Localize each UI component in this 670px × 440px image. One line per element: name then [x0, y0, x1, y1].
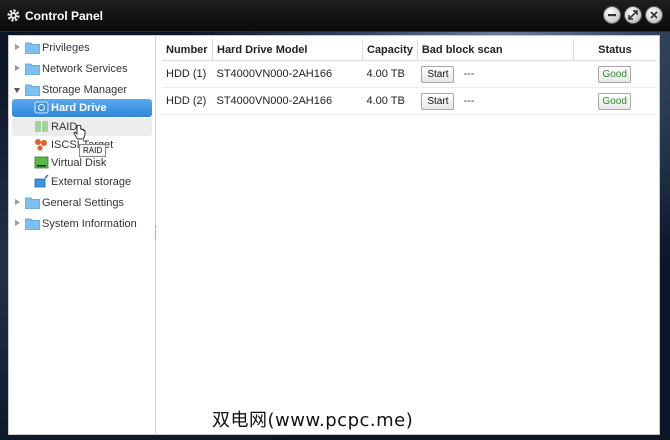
sidebar-item-label: Virtual Disk [51, 157, 107, 169]
control-panel-body: Privileges Network Services Storage Mana… [8, 35, 660, 435]
sidebar-item-privileges[interactable]: Privileges [9, 39, 155, 57]
column-header-bad-block-scan[interactable]: Bad block scan [417, 39, 574, 61]
hand-cursor-icon [73, 125, 86, 140]
sidebar-item-network-services[interactable]: Network Services [9, 60, 155, 78]
sidebar-item-label: External storage [51, 176, 132, 188]
folder-open-icon [25, 84, 40, 96]
cell-capacity: 4.00 TB [362, 87, 418, 115]
cell-bad-block-scan: Start --- [417, 87, 574, 115]
window-title: Control Panel [25, 9, 104, 23]
table-row[interactable]: HDD (2) ST4000VN000-2AH166 4.00 TB Start… [162, 87, 656, 115]
folder-icon [25, 63, 40, 75]
status-badge[interactable]: Good [598, 92, 631, 110]
hard-drive-table: Number Hard Drive Model Capacity Bad blo… [162, 39, 656, 115]
watermark-text: 双电网(www.pcpc.me) [212, 410, 414, 431]
folder-icon [25, 42, 40, 54]
close-icon [650, 11, 658, 19]
table-header-row: Number Hard Drive Model Capacity Bad blo… [162, 39, 656, 61]
column-header-capacity[interactable]: Capacity [362, 39, 418, 61]
table-row[interactable]: HDD (1) ST4000VN000-2AH166 4.00 TB Start… [162, 60, 656, 88]
scan-result: --- [463, 67, 475, 80]
iscsi-icon [35, 139, 47, 151]
sidebar-item-storage-manager[interactable]: Storage Manager [9, 81, 155, 99]
column-header-number[interactable]: Number [162, 39, 213, 61]
expand-arrow-icon[interactable] [15, 44, 20, 50]
sidebar-item-label: Privileges [42, 42, 90, 54]
folder-icon [25, 218, 40, 230]
cell-number: HDD (2) [162, 87, 213, 115]
close-button[interactable] [645, 6, 663, 24]
window-titlebar[interactable]: Control Panel [0, 0, 670, 32]
folder-icon [25, 197, 40, 209]
minimize-button[interactable] [603, 6, 621, 24]
cell-capacity: 4.00 TB [362, 60, 418, 88]
sidebar-item-label: Network Services [42, 63, 128, 75]
column-header-model[interactable]: Hard Drive Model [212, 39, 363, 61]
column-header-status[interactable]: Status [573, 39, 656, 61]
sidebar-item-external-storage[interactable]: External storage [9, 173, 155, 191]
sidebar-item-label: Hard Drive [51, 102, 107, 114]
raid-icon [35, 121, 48, 132]
status-badge[interactable]: Good [598, 65, 631, 83]
sidebar-item-system-information[interactable]: System Information [9, 215, 155, 233]
expand-arrow-icon[interactable] [15, 65, 20, 71]
hard-drive-content: Number Hard Drive Model Capacity Bad blo… [159, 36, 659, 434]
raid-tooltip: RAID [79, 144, 107, 157]
cell-bad-block-scan: Start --- [417, 60, 574, 88]
cell-number: HDD (1) [162, 60, 213, 88]
start-scan-button[interactable]: Start [421, 65, 455, 83]
hard-drive-icon [34, 101, 49, 114]
sidebar-item-label: System Information [42, 218, 137, 230]
cell-model: ST4000VN000-2AH166 [212, 60, 363, 88]
sidebar-tree: Privileges Network Services Storage Mana… [9, 36, 156, 434]
cell-status: Good [573, 87, 656, 115]
sidebar-item-hard-drive[interactable]: Hard Drive [9, 99, 155, 117]
expand-arrow-icon[interactable] [15, 199, 20, 205]
expand-arrow-icon[interactable] [15, 220, 20, 226]
scan-result: --- [463, 94, 475, 107]
cell-model: ST4000VN000-2AH166 [212, 87, 363, 115]
collapse-arrow-icon[interactable] [14, 88, 20, 93]
external-storage-icon [34, 175, 49, 188]
maximize-button[interactable] [624, 6, 642, 24]
cell-status: Good [573, 60, 656, 88]
sidebar-item-label: Storage Manager [42, 84, 127, 96]
virtual-disk-icon [34, 156, 49, 169]
start-scan-button[interactable]: Start [421, 92, 455, 110]
sidebar-item-general-settings[interactable]: General Settings [9, 194, 155, 212]
sidebar-item-label: General Settings [42, 197, 124, 209]
expand-icon [628, 10, 638, 20]
gear-icon [7, 9, 20, 22]
minimize-icon [608, 14, 616, 17]
